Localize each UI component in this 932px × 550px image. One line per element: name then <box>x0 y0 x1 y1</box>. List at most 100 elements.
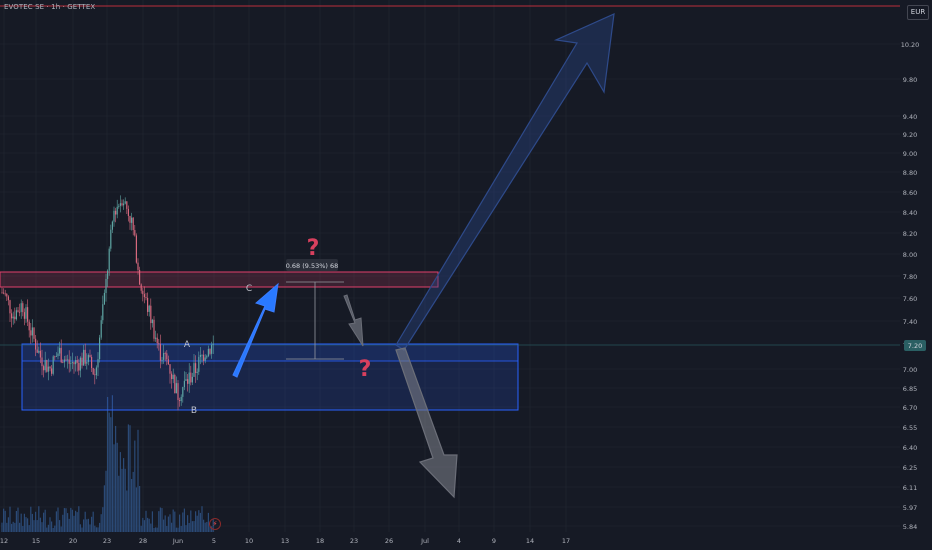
candle-body <box>134 230 136 236</box>
candle-body <box>198 356 200 372</box>
volume-bar <box>163 519 165 532</box>
candle-body <box>28 321 30 331</box>
price-tick-label: 8.80 <box>903 169 917 177</box>
price-tick-label: 6.25 <box>903 464 917 472</box>
volume-bar <box>3 508 5 532</box>
price-chart[interactable]: 0.68 (9.53%) 68 ? ? A B C 10.20 9.80 9.40 9… <box>0 0 932 550</box>
price-tick-label: 6.55 <box>903 424 917 432</box>
candle-body <box>175 383 177 394</box>
candle-body <box>113 210 115 222</box>
volume-bar <box>185 525 187 532</box>
volume-bar <box>105 470 107 532</box>
volume-bar <box>145 510 147 532</box>
price-tick-label: 6.85 <box>903 385 917 393</box>
candle-body <box>51 368 53 374</box>
time-tick-label: 4 <box>457 537 461 545</box>
volume-bar <box>39 517 41 532</box>
candle-body <box>41 357 43 367</box>
candle-body <box>145 297 147 298</box>
candle-body <box>182 387 184 397</box>
candle-body <box>97 359 99 368</box>
price-tick-label: 9.20 <box>903 131 917 139</box>
candle-body <box>171 373 173 380</box>
candle-body <box>166 353 168 360</box>
candle-body <box>44 360 46 371</box>
lightning-icon[interactable]: ⚡ <box>209 518 221 530</box>
volume-bar <box>148 518 150 532</box>
candle-body <box>108 248 110 271</box>
candle-body <box>60 347 62 363</box>
candle-body <box>52 356 54 374</box>
candle-body <box>105 278 107 293</box>
volume-bar <box>131 478 133 532</box>
volume-bar <box>121 468 123 532</box>
question-mark-upper: ? <box>307 236 320 261</box>
candle-body <box>84 349 86 364</box>
volume-bar <box>174 511 176 532</box>
candle-body <box>180 396 182 402</box>
volume-bar <box>150 523 152 532</box>
candle-body <box>99 337 101 360</box>
question-mark-lower: ? <box>359 357 372 382</box>
volume-bar <box>59 520 61 532</box>
volume-bar <box>67 513 69 532</box>
volume-bar <box>193 521 195 532</box>
candle-body <box>199 355 201 357</box>
volume-bar <box>71 509 73 532</box>
candle-body <box>211 344 213 354</box>
volume-bar <box>177 527 179 532</box>
volume-bar <box>47 524 49 532</box>
volume-bar <box>161 508 163 532</box>
volume-bar <box>100 514 102 532</box>
volume-bar <box>169 514 171 532</box>
candle-body <box>83 349 85 366</box>
volume-bar <box>91 516 93 532</box>
time-tick-label: 14 <box>526 537 534 545</box>
candle-body <box>3 292 5 294</box>
wave-label-a: A <box>184 340 191 350</box>
support-zone-upper[interactable] <box>21 343 519 362</box>
candle-body <box>183 380 185 388</box>
volume-bar <box>86 519 88 532</box>
volume-bar <box>12 521 14 532</box>
candle-body <box>169 364 171 374</box>
volume-bar <box>20 513 22 532</box>
volume-bar <box>147 517 149 532</box>
candle-body <box>30 330 32 336</box>
time-tick-label: 23 <box>103 537 111 545</box>
price-tick-label: 10.20 <box>901 41 920 49</box>
volume-bar <box>43 512 45 532</box>
candle-body <box>73 362 75 365</box>
candle-body <box>38 350 40 353</box>
volume-bar <box>195 511 197 532</box>
volume-bar <box>190 510 192 532</box>
candle-body <box>177 383 179 401</box>
volume-bar <box>172 509 174 532</box>
volume-bar <box>139 486 141 532</box>
candle-body <box>121 203 123 206</box>
candle-body <box>62 362 64 364</box>
measure-label: 0.68 (9.53%) 68 <box>286 262 339 270</box>
candle-body <box>22 303 24 313</box>
volume-bar <box>135 487 137 532</box>
candle-body <box>164 353 166 354</box>
candle-body <box>185 379 187 381</box>
volume-bar <box>6 522 8 532</box>
candle-body <box>65 359 67 361</box>
resistance-zone[interactable] <box>0 271 439 288</box>
candle-body <box>1 292 3 294</box>
time-tick-label: 10 <box>245 537 253 545</box>
currency-button[interactable]: EUR <box>907 5 929 20</box>
volume-bar <box>203 519 205 532</box>
candle-body <box>190 372 192 383</box>
volume-bar <box>1 522 3 532</box>
volume-bar <box>68 518 70 532</box>
volume-bar <box>97 527 99 532</box>
candle-body <box>67 359 69 361</box>
candle-body <box>87 355 89 362</box>
candle-body <box>49 366 51 369</box>
volume-bar <box>22 526 24 532</box>
candle-body <box>129 215 131 223</box>
volume-bar <box>79 524 81 532</box>
volume-bar <box>113 444 115 532</box>
